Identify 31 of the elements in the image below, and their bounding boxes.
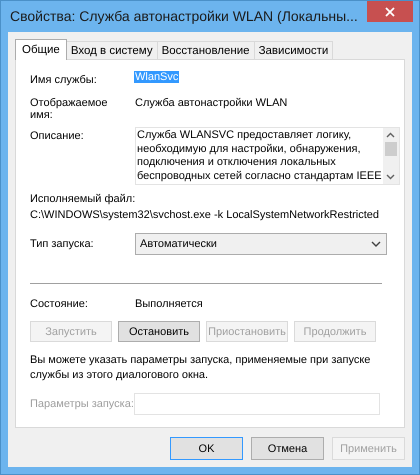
scroll-thumb[interactable] [384, 142, 397, 156]
status-value: Выполняется [135, 298, 203, 310]
scroll-up-icon [386, 132, 396, 138]
executable-path: C:\WINDOWS\system32\svchost.exe -k LocalSystemNetworkRestricted [30, 209, 380, 221]
close-icon [385, 6, 395, 16]
field-label: Параметры запуска: [30, 398, 134, 410]
startup-type-dropdown[interactable]: Автоматически [135, 233, 387, 255]
window-title: Свойства: Служба автонастройки WLAN (Локальны... [10, 8, 358, 24]
description-box[interactable]: Служба WLANSVC предоставляет логику, необходимую для настройки, обнаружения, подключения и отключения локальных беспроводных сетей согласно стандартам IEEE [135, 127, 400, 185]
tab[interactable]: Общие [15, 39, 67, 60]
display-name-value: Служба автонастройки WLAN [135, 97, 288, 109]
tab[interactable]: Вход в систему [66, 41, 158, 59]
description-line: подключения и отключения локальных [137, 156, 337, 170]
service-button[interactable]: Остановить [118, 321, 200, 342]
dialog-button[interactable]: Отмена [251, 437, 324, 460]
scroll-down-icon [386, 174, 396, 180]
tab[interactable]: Зависимости [254, 41, 334, 59]
field-label: Исполняемый файл: [30, 193, 136, 205]
dialog-button[interactable]: OK [170, 437, 243, 460]
field-label: Отображаемое имя: [30, 97, 109, 121]
chevron-down-icon [371, 241, 381, 247]
scrollbar[interactable] [382, 128, 399, 184]
description-line: Служба WLANSVC предоставляет логику, [137, 129, 352, 142]
description-line: беспроводных сетей согласно стандартам IEEE [137, 170, 382, 183]
note-text: Вы можете указать параметры запуска, применяемые при запуске службы из этого диалогового окна. [30, 353, 372, 383]
close-button[interactable] [367, 1, 413, 22]
field-label: Имя службы: [30, 73, 98, 86]
field-label: Описание: [30, 129, 85, 142]
description-line: необходимую для настройки, обнаружения, [137, 142, 362, 156]
field-label: Состояние: [30, 298, 89, 310]
field-label: Тип запуска: [30, 238, 95, 250]
